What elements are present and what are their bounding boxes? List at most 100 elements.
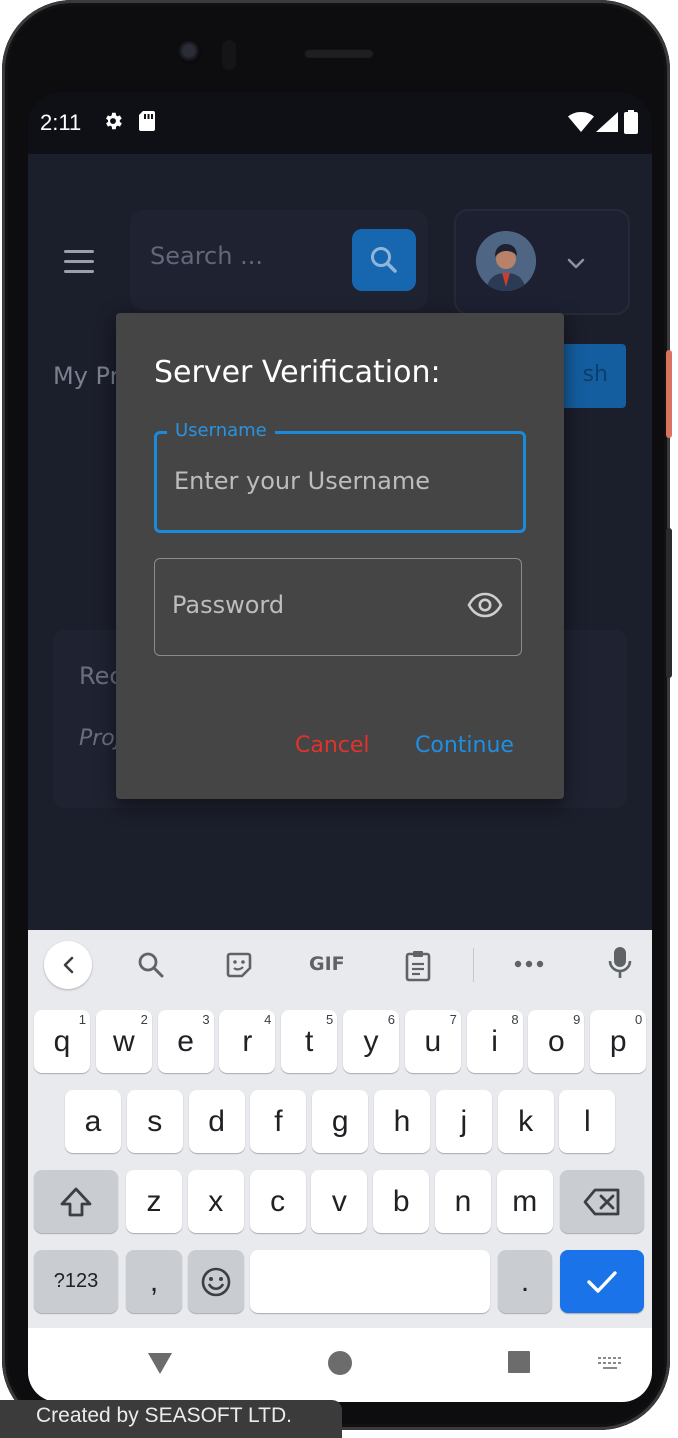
microphone-icon[interactable]: [608, 946, 632, 980]
key-w-hint: 2: [140, 1012, 148, 1027]
signal-icon: [596, 112, 618, 132]
avatar: [476, 231, 536, 291]
cancel-button[interactable]: Cancel: [295, 733, 370, 758]
key-i[interactable]: i8: [466, 1010, 523, 1073]
search-button[interactable]: [352, 229, 416, 291]
sensor-icon: [222, 40, 236, 70]
toolbar-divider: [473, 948, 474, 982]
shift-icon: [60, 1187, 92, 1216]
more-icon[interactable]: [514, 960, 544, 968]
clipboard-icon[interactable]: [405, 950, 431, 982]
key-i-label: i: [491, 1024, 498, 1058]
key-m[interactable]: m: [496, 1170, 553, 1233]
key-d-label: d: [208, 1104, 225, 1138]
key-x[interactable]: x: [187, 1170, 244, 1233]
key-o[interactable]: o9: [528, 1010, 585, 1073]
key-c[interactable]: c: [249, 1170, 306, 1233]
comma-key-label: ,: [149, 1264, 159, 1298]
key-z-label: z: [146, 1184, 162, 1218]
shift-key[interactable]: [34, 1170, 118, 1233]
key-p-label: p: [609, 1024, 627, 1058]
backspace-key[interactable]: [560, 1170, 644, 1233]
key-w[interactable]: w2: [95, 1010, 152, 1073]
key-h-label: h: [393, 1104, 411, 1138]
profile-menu[interactable]: [454, 209, 630, 315]
back-triangle-icon[interactable]: [146, 1350, 174, 1376]
earpiece-speaker: [304, 48, 374, 58]
key-o-label: o: [548, 1024, 565, 1058]
search-bar[interactable]: Search ...: [130, 210, 428, 310]
recents-square-icon[interactable]: [507, 1350, 531, 1374]
key-v-label: v: [331, 1184, 347, 1218]
refresh-button-label: sh: [582, 362, 608, 387]
keyboard-back-button[interactable]: [44, 941, 92, 989]
key-t-label: t: [305, 1024, 314, 1058]
key-a[interactable]: a: [65, 1090, 121, 1153]
username-field[interactable]: Username Enter your Username: [154, 420, 526, 533]
key-y-hint: 6: [387, 1012, 395, 1027]
key-g[interactable]: g: [312, 1090, 369, 1153]
chevron-down-icon[interactable]: [564, 251, 588, 275]
period-key[interactable]: .: [498, 1250, 552, 1313]
phone-frame: 2:11 Search ... My Pr sh Rec Proj Server…: [2, 0, 672, 1430]
key-n-label: n: [454, 1184, 472, 1218]
key-z[interactable]: z: [126, 1170, 182, 1233]
emoji-icon: [201, 1267, 231, 1296]
key-j[interactable]: j: [435, 1090, 492, 1153]
keyboard-switch-icon[interactable]: [597, 1356, 623, 1372]
search-icon: [371, 247, 397, 273]
key-l[interactable]: l: [559, 1090, 616, 1153]
key-t[interactable]: t5: [281, 1010, 338, 1073]
key-r[interactable]: r4: [219, 1010, 276, 1073]
key-h[interactable]: h: [374, 1090, 430, 1153]
space-key[interactable]: [250, 1250, 490, 1313]
key-v[interactable]: v: [311, 1170, 368, 1233]
backspace-icon: [583, 1188, 620, 1215]
password-field[interactable]: Password: [154, 558, 522, 656]
key-s-label: s: [147, 1104, 163, 1138]
dialog-title: Server Verification:: [154, 355, 441, 390]
wifi-icon: [568, 112, 594, 132]
key-q-hint: 1: [78, 1012, 86, 1027]
key-f[interactable]: f: [250, 1090, 307, 1153]
settings-gear-icon: [106, 112, 122, 130]
key-y[interactable]: y6: [343, 1010, 399, 1073]
key-a-label: a: [84, 1104, 102, 1138]
key-w-label: w: [112, 1024, 135, 1058]
key-d[interactable]: d: [188, 1090, 245, 1153]
card-subtitle: Proj: [79, 726, 121, 751]
battery-icon: [624, 110, 638, 134]
sticker-icon[interactable]: [224, 950, 254, 980]
key-k[interactable]: k: [497, 1090, 554, 1153]
search-icon[interactable]: [136, 950, 166, 980]
key-m-label: m: [512, 1184, 538, 1218]
emoji-key[interactable]: [188, 1250, 244, 1313]
username-placeholder: Enter your Username: [174, 467, 430, 495]
home-circle-icon[interactable]: [327, 1350, 353, 1376]
key-b[interactable]: b: [373, 1170, 430, 1233]
username-label: Username: [167, 420, 275, 441]
key-q[interactable]: q1: [34, 1010, 90, 1073]
credit-banner: Created by SEASOFT LTD.: [0, 1400, 342, 1438]
symbols-key[interactable]: ?123: [34, 1250, 118, 1313]
status-bar: 2:11: [28, 92, 652, 154]
key-n[interactable]: n: [435, 1170, 491, 1233]
key-s[interactable]: s: [126, 1090, 183, 1153]
enter-key[interactable]: [560, 1250, 644, 1313]
menu-icon[interactable]: [64, 250, 94, 280]
key-e[interactable]: e3: [157, 1010, 214, 1073]
power-button: [666, 350, 672, 438]
sd-card-icon: [139, 111, 155, 131]
key-u[interactable]: u7: [404, 1010, 461, 1073]
key-u-label: u: [424, 1024, 442, 1058]
search-placeholder: Search ...: [150, 242, 263, 270]
key-p[interactable]: p0: [590, 1010, 647, 1073]
eye-icon[interactable]: [467, 592, 503, 618]
front-camera-icon: [178, 40, 202, 64]
continue-button[interactable]: Continue: [415, 733, 514, 758]
gif-button[interactable]: GIF: [309, 953, 345, 975]
key-g-label: g: [331, 1104, 349, 1138]
key-j-label: j: [460, 1104, 468, 1138]
key-e-hint: 3: [202, 1012, 210, 1027]
comma-key[interactable]: ,: [126, 1250, 182, 1313]
